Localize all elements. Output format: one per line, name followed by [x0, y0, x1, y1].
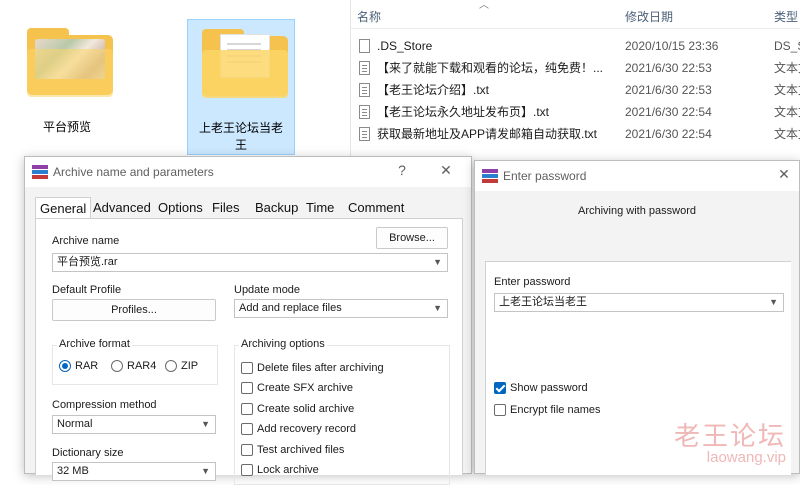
- lock-archive-checkbox[interactable]: [241, 464, 253, 476]
- tab-options[interactable]: Options: [154, 197, 207, 219]
- recovery-record-checkbox[interactable]: [241, 423, 253, 435]
- watermark: 老王论坛 laowang.vip: [674, 416, 786, 466]
- archiving-options-label: Archiving options: [239, 338, 327, 350]
- encrypt-names-checkbox[interactable]: [494, 404, 506, 416]
- folder-label: 上老王论坛当老王: [198, 121, 283, 152]
- zip-radio[interactable]: [165, 360, 177, 372]
- archive-name-label: Archive name: [52, 235, 120, 247]
- explorer-details-view: ︿ 名称 修改日期 类型 .DS_Store 2020/10/15 23:36 …: [350, 0, 800, 160]
- chevron-down-icon: ▼: [201, 466, 210, 476]
- file-row[interactable]: 【来了就能下载和观看的论坛，纯免费！... 2021/6/30 22:53 文本…: [351, 57, 800, 79]
- tab-backup[interactable]: Backup: [251, 197, 302, 219]
- default-profile-label: Default Profile: [52, 284, 122, 296]
- rar-radio[interactable]: [59, 360, 71, 372]
- column-header-name[interactable]: 名称: [357, 8, 381, 25]
- delete-files-checkbox[interactable]: [241, 362, 253, 374]
- file-row[interactable]: 获取最新地址及APP请发邮箱自动获取.txt 2021/6/30 22:54 文…: [351, 123, 800, 145]
- rar4-radio[interactable]: [111, 360, 123, 372]
- compression-method-label: Compression method: [52, 399, 157, 411]
- dialog-title: Enter password: [503, 169, 587, 183]
- text-file-icon: [359, 83, 370, 97]
- password-heading: Archiving with password: [578, 205, 696, 217]
- archive-dialog: Archive name and parameters ? ✕ General …: [24, 156, 472, 485]
- close-icon[interactable]: ✕: [435, 162, 457, 179]
- profiles-button[interactable]: Profiles...: [52, 299, 216, 321]
- update-mode-select[interactable]: Add and replace files ▼: [234, 299, 448, 318]
- tab-general[interactable]: General: [35, 197, 92, 220]
- update-mode-label: Update mode: [234, 284, 301, 296]
- text-file-icon: [359, 105, 370, 119]
- file-row[interactable]: 【老王论坛永久地址发布页】.txt 2021/6/30 22:54 文本文: [351, 101, 800, 123]
- archive-name-combobox[interactable]: 平台预览.rar ▼: [52, 253, 448, 272]
- tab-advanced[interactable]: Advanced: [89, 197, 155, 219]
- archiving-options-group: Archiving options Delete files after arc…: [234, 338, 450, 485]
- file-icon: [359, 39, 370, 53]
- close-icon[interactable]: ✕: [773, 166, 795, 183]
- general-pane: Archive name Browse... 平台预览.rar ▼ Defaul…: [35, 218, 463, 485]
- column-header-type[interactable]: 类型: [774, 8, 798, 25]
- chevron-down-icon: ▼: [201, 419, 210, 429]
- show-password-checkbox[interactable]: [494, 382, 506, 394]
- text-file-icon: [359, 61, 370, 75]
- tab-time[interactable]: Time: [302, 197, 338, 219]
- password-dialog-titlebar[interactable]: Enter password ✕: [475, 161, 799, 191]
- chevron-down-icon: ▼: [433, 303, 442, 313]
- chevron-down-icon: ▼: [433, 257, 442, 267]
- dialog-title: Archive name and parameters: [53, 165, 214, 179]
- winrar-icon: [32, 165, 48, 179]
- folder-item-laowang[interactable]: 上老王论坛当老王: [187, 19, 295, 155]
- browse-button[interactable]: Browse...: [376, 227, 448, 249]
- test-files-checkbox[interactable]: [241, 444, 253, 456]
- text-file-icon: [359, 127, 370, 141]
- enter-password-label: Enter password: [494, 276, 571, 288]
- watermark-text: 老王论坛: [673, 422, 786, 452]
- create-sfx-checkbox[interactable]: [241, 382, 253, 394]
- archive-format-group: Archive format RAR RAR4 ZIP: [52, 338, 218, 385]
- file-row[interactable]: .DS_Store 2020/10/15 23:36 DS_S: [351, 35, 800, 57]
- sort-up-icon: ︿: [479, 0, 489, 11]
- password-input[interactable]: 上老王论坛当老王 ▼: [494, 293, 784, 312]
- folder-label: 平台预览: [42, 120, 91, 134]
- folder-item-preview[interactable]: 平台预览: [13, 19, 121, 155]
- help-button[interactable]: ?: [391, 162, 413, 178]
- chevron-down-icon: ▼: [769, 297, 778, 307]
- archive-dialog-titlebar[interactable]: Archive name and parameters ? ✕: [25, 157, 471, 187]
- tab-files[interactable]: Files: [208, 197, 243, 219]
- explorer-icon-view: 平台预览 上老王论坛当老王: [0, 0, 350, 160]
- solid-archive-checkbox[interactable]: [241, 403, 253, 415]
- column-header-modified[interactable]: 修改日期: [625, 8, 673, 25]
- dictionary-size-select[interactable]: 32 MB ▼: [52, 462, 216, 481]
- tab-strip: General Advanced Options Files Backup Ti…: [35, 197, 465, 220]
- compression-method-select[interactable]: Normal ▼: [52, 415, 216, 434]
- file-row[interactable]: 【老王论坛介绍】.txt 2021/6/30 22:53 文本文: [351, 79, 800, 101]
- dictionary-size-label: Dictionary size: [52, 447, 124, 459]
- archive-format-label: Archive format: [57, 338, 132, 350]
- tab-comment[interactable]: Comment: [344, 197, 408, 219]
- winrar-icon: [482, 169, 498, 183]
